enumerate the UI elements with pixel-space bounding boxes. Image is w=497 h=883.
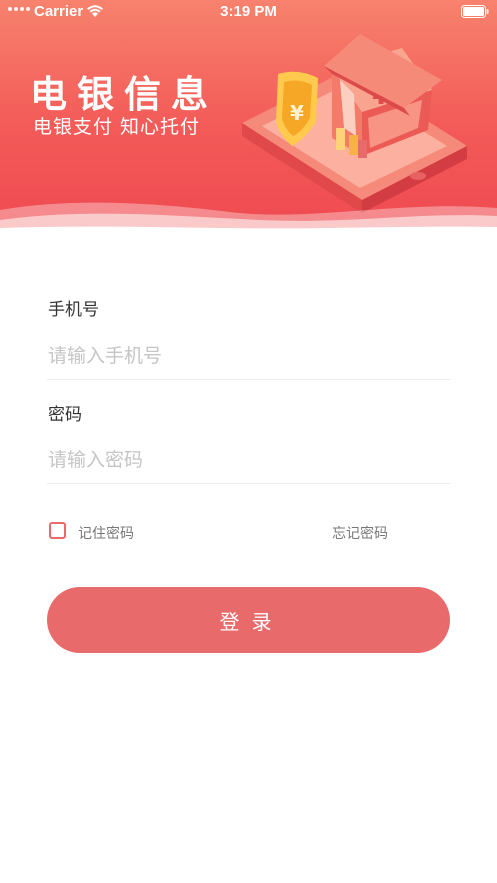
phone-label: 手机号 — [48, 300, 99, 320]
forgot-password-link[interactable]: 忘记密码 — [332, 523, 388, 543]
remember-password-label[interactable]: 记住密码 — [78, 523, 134, 543]
phone-input[interactable] — [48, 336, 450, 376]
status-bar: Carrier 3:19 PM — [0, 0, 497, 24]
remember-password-checkbox[interactable] — [49, 522, 66, 539]
login-button[interactable]: 登录 — [47, 587, 450, 653]
password-input[interactable] — [48, 440, 450, 480]
battery-icon — [461, 5, 489, 18]
password-label: 密码 — [48, 405, 82, 425]
app-title: 电银信息 — [30, 73, 218, 116]
app-slogan: 电银支付 知心托付 — [33, 116, 201, 138]
svg-text:¥: ¥ — [290, 101, 304, 125]
banner-wave — [0, 202, 497, 232]
status-time: 3:19 PM — [220, 3, 277, 20]
password-divider — [47, 483, 450, 484]
phone-divider — [47, 379, 450, 380]
